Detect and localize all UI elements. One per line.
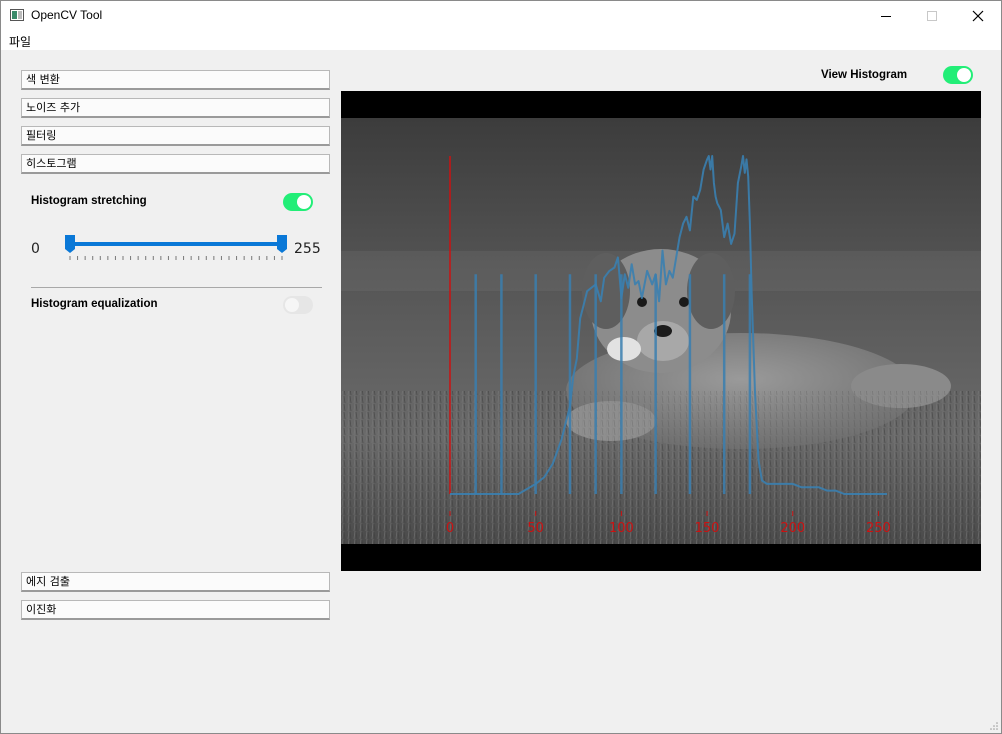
resize-grip-icon[interactable] [989,721,999,731]
histogram-x-tick-label: 150 [695,521,720,536]
menu-file[interactable]: 파일 [9,33,31,50]
section-binarize-button[interactable]: 이진화 [21,600,330,620]
section-filter-button[interactable]: 필터링 [21,126,330,146]
close-button[interactable] [955,1,1001,30]
histogram-stretching-label: Histogram stretching [31,195,147,207]
view-histogram-toggle[interactable] [943,66,973,84]
image-display: 0 50 100 150 200 250 [341,91,981,571]
histogram-x-tick-label: 100 [609,521,634,536]
app-icon [10,9,24,21]
section-histogram-button[interactable]: 히스토그램 [21,154,330,174]
slider-high-handle[interactable] [277,235,287,253]
window-title: OpenCV Tool [31,8,103,22]
histogram-x-tick-label: 200 [780,521,805,536]
menu-bar: 파일 [1,30,1001,50]
view-histogram-label: View Histogram [821,69,908,81]
minimize-button[interactable] [863,1,909,30]
section-noise-button[interactable]: 노이즈 추가 [21,98,330,118]
maximize-icon [927,10,937,21]
divider [31,287,322,288]
histogram-equalization-label: Histogram equalization [31,298,158,310]
histogram-series-line [450,155,887,495]
title-bar[interactable]: OpenCV Tool [1,1,1001,30]
histogram-x-tick-label: 250 [866,521,891,536]
slider-range-fill [70,242,282,246]
histogram-stretching-toggle[interactable] [283,193,313,211]
histogram-x-tick-label: 50 [527,521,544,536]
slider-max-label: 255 [294,241,321,257]
range-slider[interactable] [60,232,294,264]
maximize-button[interactable] [909,1,955,30]
histogram-overlay: 0 50 100 150 200 250 [446,155,891,536]
section-edge-button[interactable]: 에지 검출 [21,572,330,592]
histogram-equalization-toggle[interactable] [283,296,313,314]
minimize-icon [881,15,891,17]
slider-low-handle[interactable] [65,235,75,253]
section-color-button[interactable]: 색 변환 [21,70,330,90]
histogram-x-tick-label: 0 [446,521,454,536]
close-icon [972,10,984,21]
slider-min-label: 0 [31,241,40,257]
